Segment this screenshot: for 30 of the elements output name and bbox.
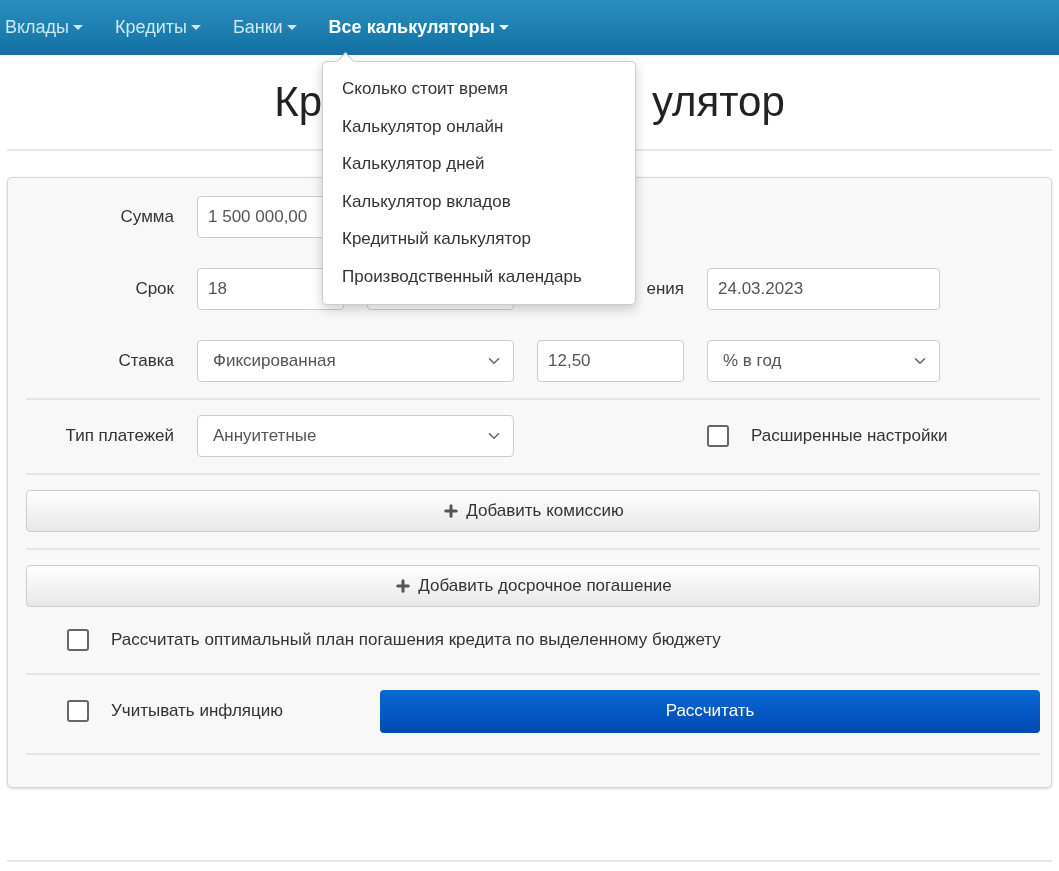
checkbox[interactable] bbox=[67, 700, 89, 722]
field-label: Ставка bbox=[117, 351, 174, 371]
checkbox-label: Рассчитать оптимальный план погашения кредита по выделенному бюджету bbox=[111, 630, 721, 650]
checkbox[interactable] bbox=[707, 425, 729, 447]
page-title: улятор bbox=[652, 78, 785, 126]
select-field[interactable]: Аннуитетные bbox=[197, 415, 514, 457]
caret-icon bbox=[73, 25, 84, 30]
field-label: Срок bbox=[134, 279, 174, 299]
input-field[interactable]: 12,50 bbox=[537, 340, 684, 382]
field-label: Тип платежей bbox=[64, 426, 174, 446]
plus-icon bbox=[394, 577, 413, 595]
calculate-button[interactable]: Рассчитать bbox=[380, 689, 1040, 733]
caret-icon bbox=[498, 25, 509, 30]
plus-icon bbox=[442, 502, 461, 520]
select-field[interactable]: Фиксированная bbox=[197, 340, 514, 382]
add-early-repayment-button[interactable]: Добавить досрочное погашение bbox=[26, 565, 1040, 607]
field-label: Сумма bbox=[119, 207, 174, 227]
input-field[interactable]: 24.03.2023 bbox=[707, 268, 940, 310]
menu-item[interactable]: Сколько стоит время bbox=[323, 70, 635, 108]
caret-icon bbox=[190, 25, 201, 30]
menu-item[interactable]: Калькулятор дней bbox=[323, 145, 635, 183]
menu-item[interactable]: Калькулятор онлайн bbox=[323, 107, 635, 146]
caret-icon bbox=[286, 25, 297, 30]
page-title: Кр bbox=[274, 78, 322, 126]
select-field[interactable]: % в год bbox=[707, 340, 940, 382]
checkbox[interactable] bbox=[67, 629, 89, 651]
checkbox-label: Расширенные настройки bbox=[751, 426, 948, 446]
nav-link[interactable]: Все калькуляторы bbox=[328, 17, 509, 38]
checkbox-label: Учитывать инфляцию bbox=[111, 701, 284, 721]
add-commission-button[interactable]: Добавить комиссию bbox=[26, 490, 1040, 532]
